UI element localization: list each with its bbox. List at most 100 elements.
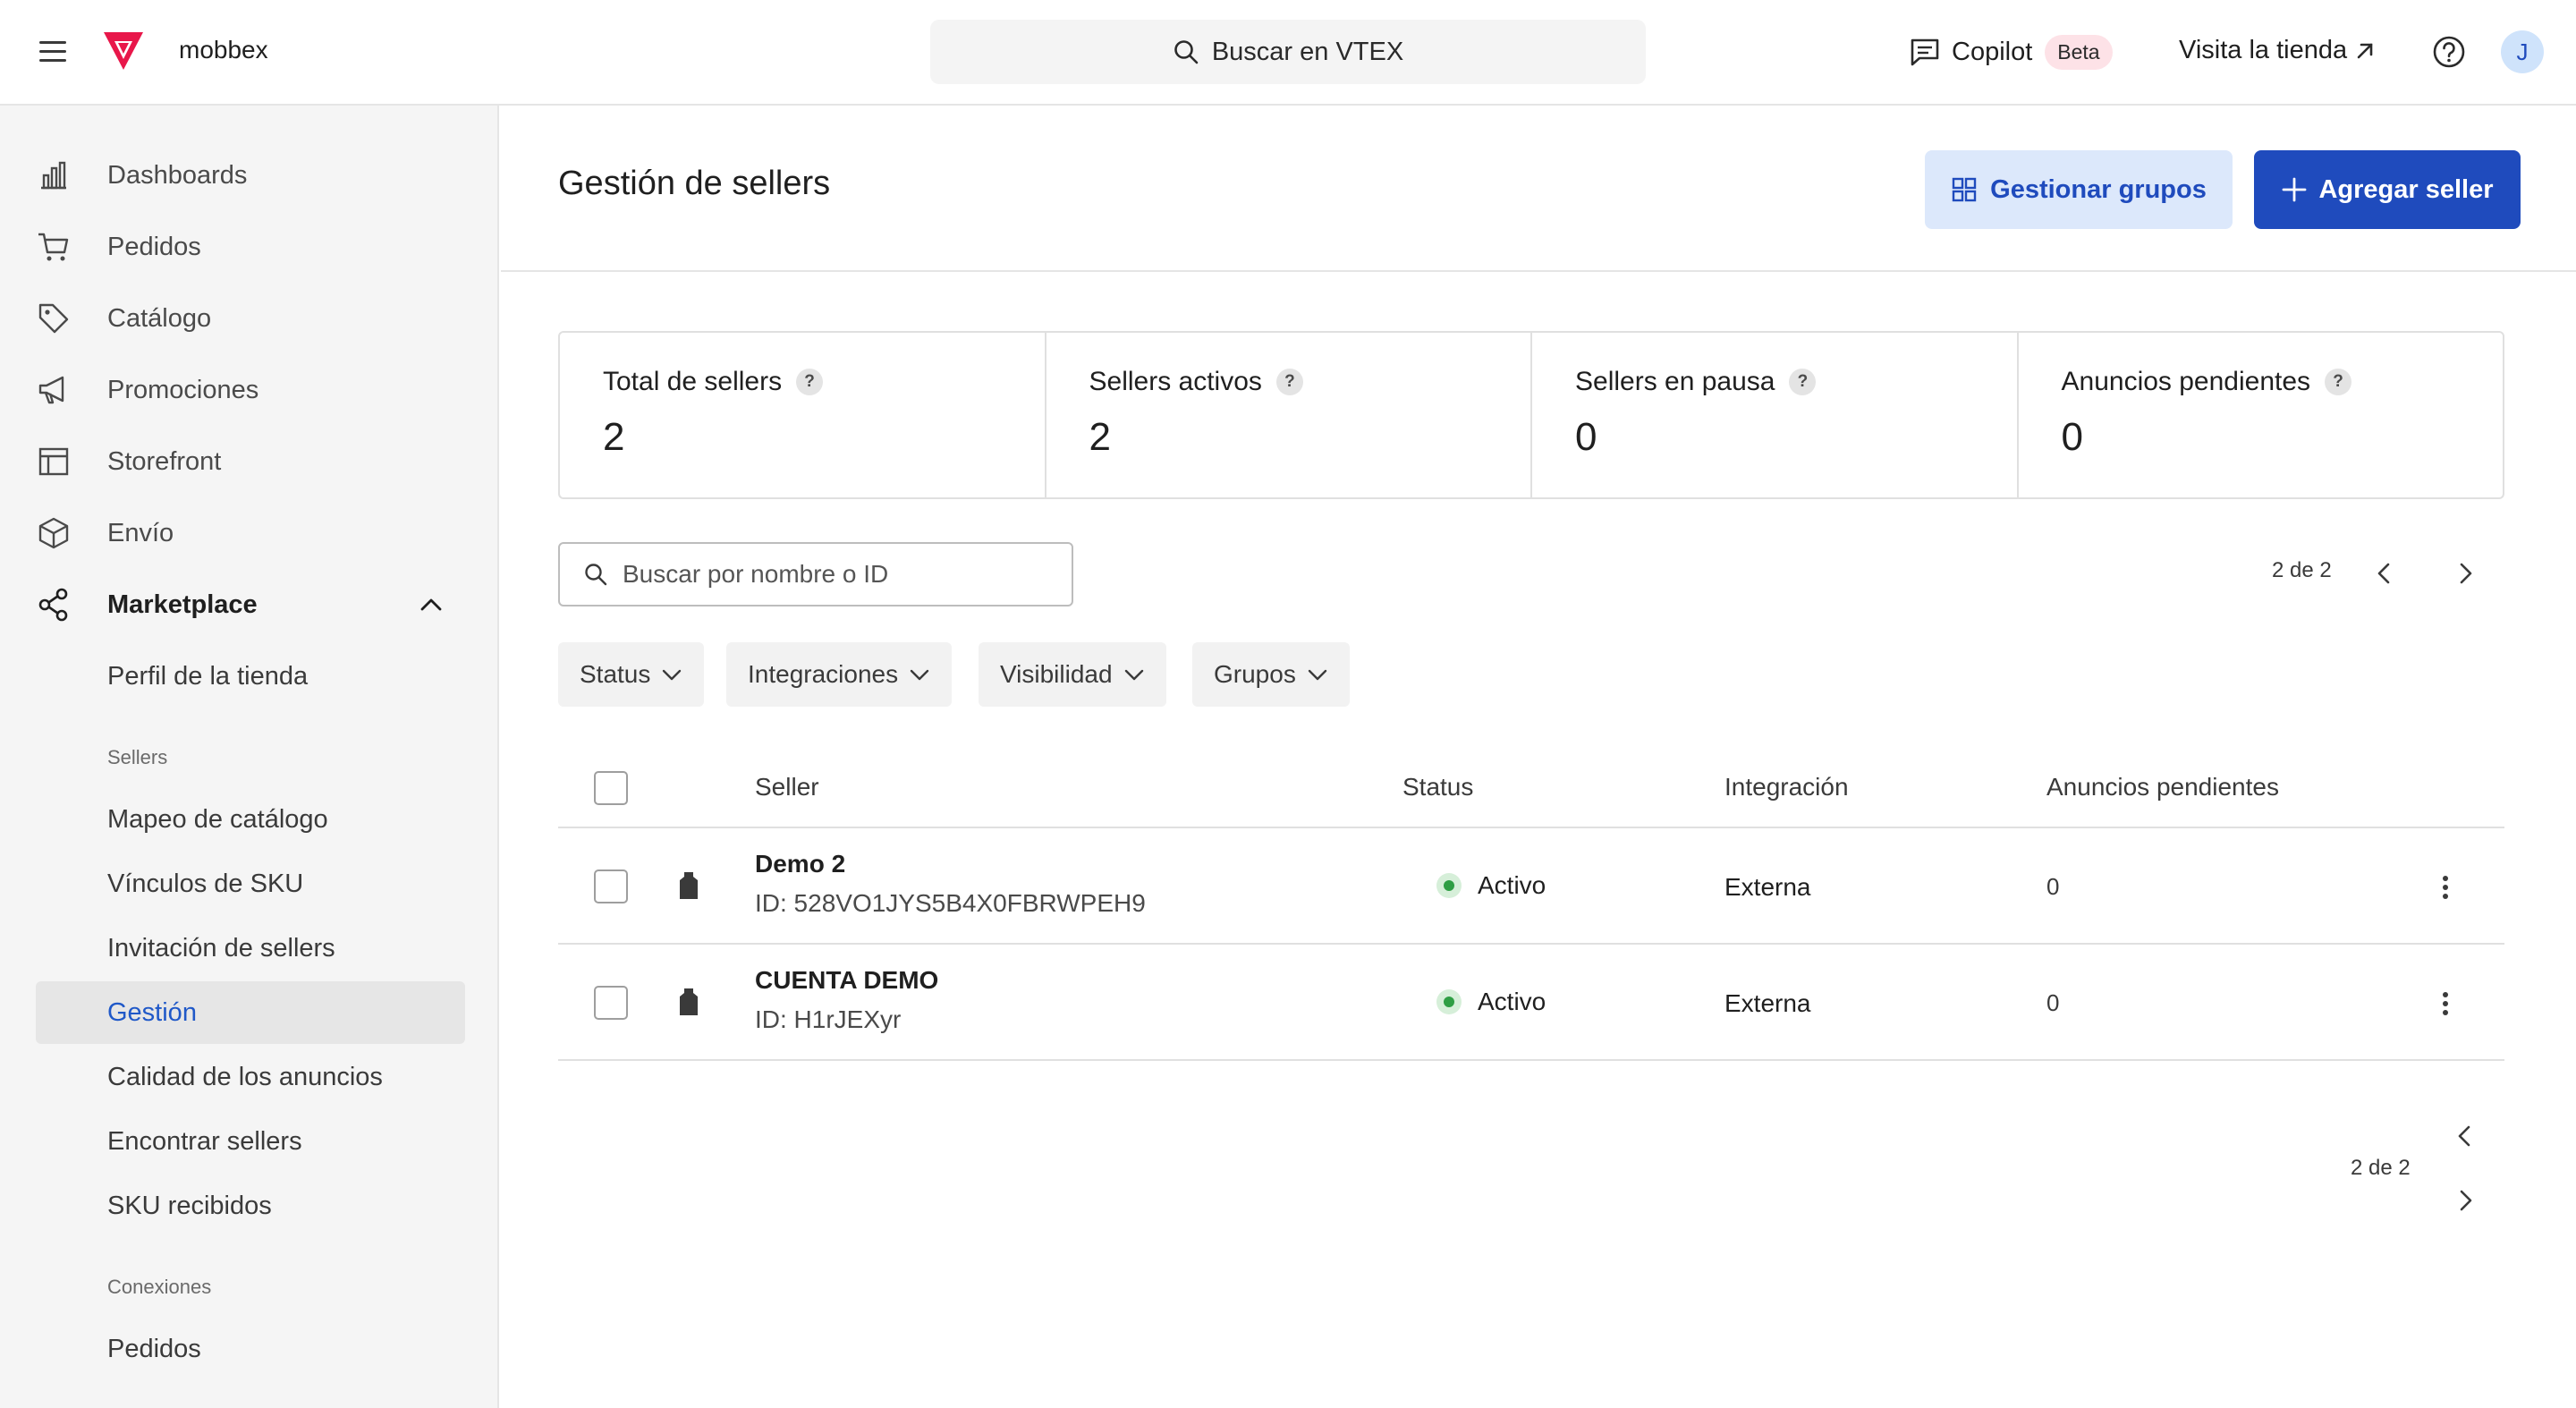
sidebar-item-promotions[interactable]: Promociones bbox=[36, 365, 465, 415]
chevron-left-icon bbox=[2458, 1125, 2470, 1147]
stats-panel: Total de sellers? 2 Sellers activos? 2 S… bbox=[558, 331, 2504, 499]
page-title: Gestión de sellers bbox=[558, 165, 831, 202]
row-checkbox[interactable] bbox=[594, 869, 628, 903]
filter-integrations[interactable]: Integraciones bbox=[726, 642, 953, 707]
add-seller-label: Agregar seller bbox=[2318, 174, 2494, 204]
select-all-checkbox[interactable] bbox=[594, 771, 628, 805]
column-header-integration[interactable]: Integración bbox=[1724, 773, 1849, 802]
help-icon[interactable] bbox=[2431, 34, 2467, 70]
sidebar-subitem-find-sellers[interactable]: Encontrar sellers bbox=[36, 1110, 465, 1173]
menu-icon[interactable] bbox=[36, 36, 72, 68]
stat-value: 0 bbox=[1575, 415, 1597, 459]
previous-page-button[interactable] bbox=[2363, 552, 2406, 595]
sidebar-item-label: Dashboards bbox=[107, 160, 248, 190]
next-page-button-bottom[interactable] bbox=[2444, 1179, 2487, 1222]
visit-store-link[interactable]: Visita la tienda bbox=[2179, 36, 2376, 65]
search-icon bbox=[585, 564, 607, 586]
filter-visibility[interactable]: Visibilidad bbox=[979, 642, 1166, 707]
sidebar-item-label: Envío bbox=[107, 518, 174, 547]
add-seller-button[interactable]: Agregar seller bbox=[2254, 150, 2521, 229]
stat-value: 0 bbox=[2061, 415, 2083, 459]
megaphone-icon bbox=[38, 376, 64, 404]
chevron-down-icon bbox=[663, 669, 682, 681]
sidebar-subitem-sku-links[interactable]: Vínculos de SKU bbox=[36, 852, 465, 915]
sidebar-item-label: Pedidos bbox=[107, 232, 201, 261]
stat-title: Anuncios pendientes bbox=[2061, 367, 2311, 396]
stat-title: Sellers activos bbox=[1089, 367, 1262, 396]
chevron-up-icon[interactable] bbox=[419, 592, 444, 617]
sidebar-subitem-label: Perfil de la tienda bbox=[107, 661, 309, 691]
sidebar-item-marketplace[interactable]: Marketplace bbox=[36, 580, 465, 630]
chevron-down-icon bbox=[1124, 669, 1143, 681]
column-header-pending-listings[interactable]: Anuncios pendientes bbox=[2046, 773, 2279, 802]
seller-id: ID: H1rJEXyr bbox=[755, 1005, 902, 1033]
sidebar-subitem-seller-invitation[interactable]: Invitación de sellers bbox=[36, 917, 465, 980]
sidebar-item-shipping[interactable]: Envío bbox=[36, 508, 465, 558]
sidebar-subitem-label: SKU recibidos bbox=[107, 1191, 272, 1220]
sidebar-section-sellers: Sellers bbox=[107, 746, 168, 768]
chevron-right-icon bbox=[2460, 563, 2472, 584]
sidebar-item-orders[interactable]: Pedidos bbox=[36, 222, 465, 272]
sidebar-item-catalog[interactable]: Catálogo bbox=[36, 293, 465, 344]
table-header: Seller Status Integración Anuncios pendi… bbox=[558, 755, 2504, 828]
column-header-seller[interactable]: Seller bbox=[755, 773, 819, 802]
question-icon[interactable]: ? bbox=[1275, 369, 1303, 395]
sidebar-subitem-connection-orders[interactable]: Pedidos bbox=[36, 1318, 465, 1380]
grid-icon bbox=[1952, 177, 1977, 202]
row-checkbox[interactable] bbox=[594, 986, 628, 1020]
pending-listings-value: 0 bbox=[2046, 989, 2060, 1016]
chevron-down-icon bbox=[1308, 669, 1327, 681]
integration-value: Externa bbox=[1724, 989, 1811, 1017]
chevron-down-icon bbox=[910, 669, 929, 681]
seller-tag-icon bbox=[680, 872, 698, 899]
sidebar-subitem-label: Mapeo de catálogo bbox=[107, 804, 328, 834]
beta-badge: Beta bbox=[2045, 34, 2113, 70]
stat-total-sellers: Total de sellers? 2 bbox=[560, 333, 1046, 497]
next-page-button[interactable] bbox=[2444, 552, 2487, 595]
sidebar-subitem-received-sku[interactable]: SKU recibidos bbox=[36, 1175, 465, 1237]
sidebar-subitem-management[interactable]: Gestión bbox=[36, 981, 465, 1044]
question-icon[interactable]: ? bbox=[2325, 369, 2352, 395]
chat-icon bbox=[1911, 38, 1939, 66]
row-actions-menu-icon[interactable] bbox=[2428, 984, 2463, 1023]
seller-name[interactable]: CUENTA DEMO bbox=[755, 966, 938, 995]
status-badge: Activo bbox=[1436, 871, 1546, 900]
sidebar-item-label: Catálogo bbox=[107, 303, 212, 333]
manage-groups-button[interactable]: Gestionar grupos bbox=[1925, 150, 2233, 229]
sidebar-subitem-catalog-mapping[interactable]: Mapeo de catálogo bbox=[36, 788, 465, 851]
user-avatar[interactable]: J bbox=[2501, 30, 2544, 73]
integration-value: Externa bbox=[1724, 873, 1811, 901]
table-row[interactable]: CUENTA DEMO ID: H1rJEXyr Activo Externa … bbox=[558, 945, 2504, 1061]
tag-icon bbox=[38, 303, 69, 334]
stat-title: Sellers en pausa bbox=[1575, 367, 1775, 396]
vtex-logo[interactable] bbox=[100, 30, 147, 72]
seller-name[interactable]: Demo 2 bbox=[755, 850, 845, 878]
sidebar-item-storefront[interactable]: Storefront bbox=[36, 437, 465, 487]
sidebar-subitem-label: Invitación de sellers bbox=[107, 933, 335, 963]
bar-chart-icon bbox=[41, 161, 66, 190]
sidebar-item-dashboards[interactable]: Dashboards bbox=[36, 150, 465, 200]
store-name[interactable]: mobbex bbox=[179, 36, 268, 64]
cart-icon bbox=[38, 233, 69, 261]
sidebar: Dashboards Pedidos Catálogo Promociones … bbox=[0, 106, 499, 1408]
filter-status[interactable]: Status bbox=[558, 642, 705, 707]
status-dot-icon bbox=[1436, 989, 1462, 1014]
row-actions-menu-icon[interactable] bbox=[2428, 868, 2463, 907]
seller-search-placeholder: Buscar por nombre o ID bbox=[623, 560, 889, 588]
table-row[interactable]: Demo 2 ID: 528VO1JYS5B4X0FBRWPEH9 Activo… bbox=[558, 828, 2504, 945]
filter-groups[interactable]: Grupos bbox=[1192, 642, 1350, 707]
previous-page-button-bottom[interactable] bbox=[2444, 1115, 2487, 1158]
seller-id: ID: 528VO1JYS5B4X0FBRWPEH9 bbox=[755, 889, 1146, 917]
copilot-button[interactable]: Copilot Beta bbox=[1909, 30, 2113, 73]
sidebar-subitem-label: Encontrar sellers bbox=[107, 1126, 302, 1156]
question-icon[interactable]: ? bbox=[796, 369, 824, 395]
sidebar-subitem-listing-quality[interactable]: Calidad de los anuncios bbox=[36, 1046, 465, 1108]
status-badge: Activo bbox=[1436, 988, 1546, 1016]
seller-search-input[interactable]: Buscar por nombre o ID bbox=[558, 542, 1073, 606]
sidebar-item-label: Marketplace bbox=[107, 589, 258, 619]
copilot-label: Copilot bbox=[1952, 37, 2033, 66]
sidebar-subitem-store-profile[interactable]: Perfil de la tienda bbox=[36, 645, 465, 708]
column-header-status[interactable]: Status bbox=[1402, 773, 1473, 802]
question-icon[interactable]: ? bbox=[1789, 369, 1817, 395]
global-search-input[interactable]: Buscar en VTEX bbox=[930, 20, 1646, 84]
